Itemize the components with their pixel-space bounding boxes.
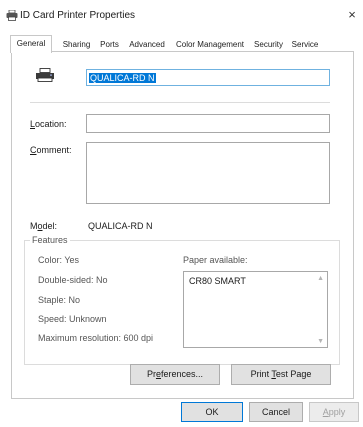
- comment-label: Comment:: [30, 145, 72, 155]
- scroll-down-icon[interactable]: ▼: [317, 338, 324, 345]
- model-label: Model:: [30, 221, 58, 231]
- close-button[interactable]: ×: [344, 8, 360, 22]
- window-title: ID Card Printer Properties: [20, 10, 136, 21]
- paper-available-list[interactable]: CR80 SMART ▲ ▼: [183, 271, 328, 348]
- feature-double-sided: Double-sided: No: [38, 275, 108, 285]
- tab-label: General: [16, 39, 46, 48]
- print-test-page-button[interactable]: Print Test Page: [231, 364, 331, 385]
- location-label: Location:: [30, 119, 67, 129]
- tab-ports[interactable]: Ports: [97, 38, 122, 51]
- tab-security[interactable]: Security: [251, 38, 286, 51]
- tab-label: Service: [291, 40, 319, 49]
- features-legend: Features: [30, 235, 70, 245]
- printer-name-input[interactable]: QUALICA-RD N: [86, 69, 330, 86]
- tab-label: Advanced: [129, 40, 165, 49]
- tab-label: Sharing: [62, 40, 91, 49]
- tab-advanced[interactable]: Advanced: [126, 38, 168, 51]
- tab-color-management[interactable]: Color Management: [172, 38, 248, 51]
- tab-service[interactable]: Service: [288, 38, 322, 51]
- ok-button[interactable]: OK: [181, 402, 243, 422]
- tab-general[interactable]: General: [10, 35, 52, 53]
- cancel-button[interactable]: Cancel: [249, 402, 303, 422]
- model-value: QUALICA-RD N: [88, 221, 153, 231]
- feature-staple: Staple: No: [38, 295, 81, 305]
- feature-color: Color: Yes: [38, 255, 80, 265]
- tab-label: Ports: [100, 40, 119, 49]
- tab-sharing[interactable]: Sharing: [60, 38, 93, 51]
- tab-label: Security: [254, 40, 283, 49]
- location-input[interactable]: [86, 114, 330, 133]
- tab-label: Color Management: [175, 40, 245, 49]
- printer-icon: [6, 10, 18, 21]
- feature-speed: Speed: Unknown: [38, 314, 107, 324]
- scroll-up-icon[interactable]: ▲: [317, 275, 324, 282]
- printer-name-selection: QUALICA-RD N: [89, 73, 156, 83]
- printer-large-icon: [36, 68, 54, 82]
- list-item[interactable]: CR80 SMART: [189, 276, 246, 286]
- comment-textarea[interactable]: [86, 142, 330, 204]
- preferences-button[interactable]: Preferences...: [130, 364, 220, 385]
- feature-max-resolution: Maximum resolution: 600 dpi: [38, 333, 154, 343]
- tab-strip: General Sharing Ports Advanced Color Man…: [0, 35, 363, 53]
- close-icon: ×: [348, 7, 356, 22]
- divider: [30, 102, 330, 103]
- paper-available-label: Paper available:: [183, 255, 248, 265]
- apply-button[interactable]: Apply: [309, 402, 359, 422]
